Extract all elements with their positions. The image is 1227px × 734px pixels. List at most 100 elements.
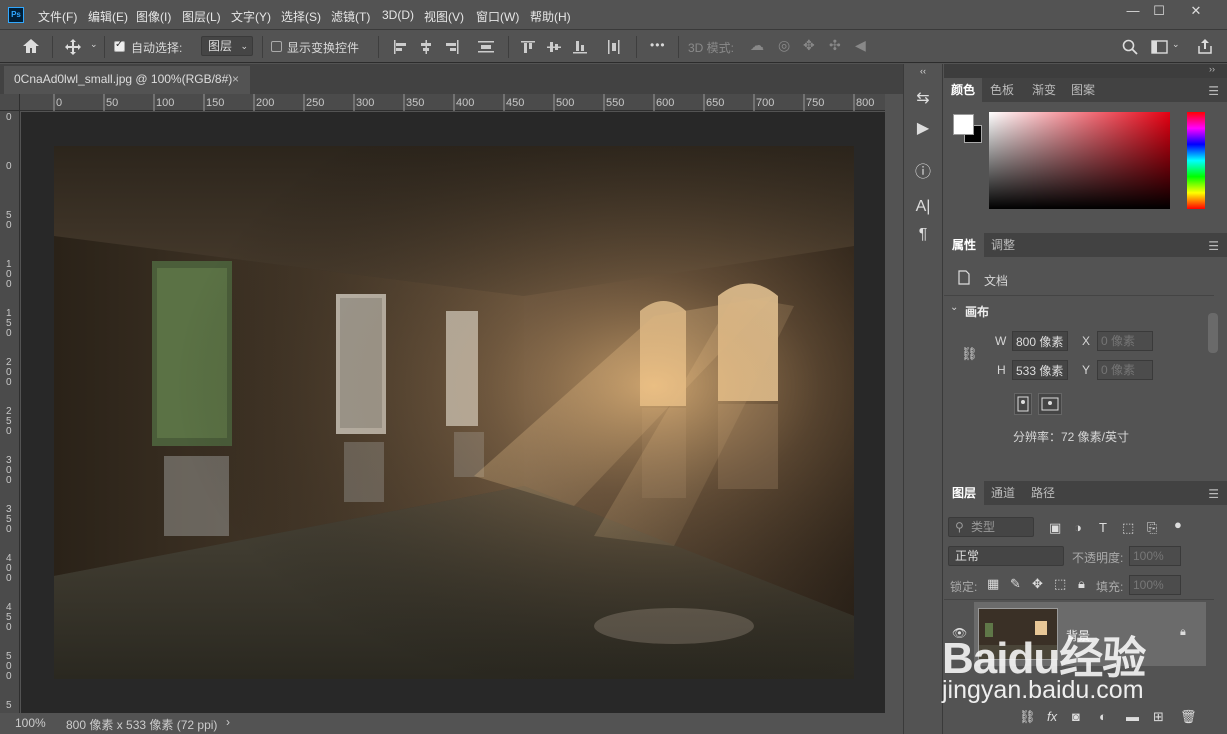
maximize-button[interactable]: ☐ — [1142, 0, 1176, 22]
tab-layers[interactable]: 图层 — [944, 481, 984, 505]
filter-adjustment-icon[interactable]: ◑ — [1074, 520, 1082, 535]
properties-scrollbar[interactable] — [1208, 313, 1218, 353]
opacity-field[interactable] — [1129, 546, 1181, 566]
adjustment-layer-icon[interactable]: ◐ — [1099, 709, 1107, 724]
menu-layer[interactable]: 图层(L) — [182, 8, 221, 25]
menu-view[interactable]: 视图(V) — [424, 8, 464, 25]
document-image[interactable] — [54, 146, 854, 679]
link-icon[interactable]: ⛓ — [961, 346, 978, 362]
filter-pixel-icon[interactable]: ▣ — [1049, 520, 1061, 536]
info-icon[interactable]: ⓘ — [904, 158, 942, 182]
menu-select[interactable]: 选择(S) — [281, 8, 321, 25]
fill-field[interactable] — [1129, 575, 1181, 595]
tab-adjustments[interactable]: 调整 — [984, 233, 1022, 257]
menu-image[interactable]: 图像(I) — [136, 8, 171, 25]
show-transform-checkbox[interactable] — [271, 41, 282, 52]
lock-transparent-icon[interactable]: ▦ — [987, 576, 999, 592]
blend-mode-dropdown[interactable]: 正常 — [948, 546, 1064, 566]
distribute-icon[interactable] — [477, 39, 495, 55]
panel-menu-icon[interactable]: ☰ — [1208, 84, 1219, 98]
menu-window[interactable]: 窗口(W) — [476, 8, 519, 25]
tab-color[interactable]: 颜色 — [944, 78, 982, 102]
align-bottom-icon[interactable] — [572, 39, 588, 55]
collapse-icon[interactable]: ‹‹ — [904, 66, 942, 76]
tab-gradients[interactable]: 渐变 — [1024, 78, 1064, 102]
delete-layer-icon[interactable]: 🗑︎ — [1180, 709, 1197, 725]
3d-camera-icon[interactable]: ◀ — [855, 37, 866, 54]
portrait-orientation-button[interactable] — [1014, 393, 1032, 415]
lock-position-icon[interactable]: ✥ — [1032, 576, 1043, 592]
chevron-down-icon[interactable]: ⌄ — [90, 39, 98, 50]
link-layers-icon[interactable]: ⛓ — [1019, 709, 1036, 725]
lock-image-icon[interactable]: ✎ — [1010, 576, 1021, 592]
layer-filter-dropdown[interactable]: ⚲ 类型 — [948, 517, 1034, 537]
panel-menu-icon[interactable]: ☰ — [1208, 239, 1219, 253]
document-tab[interactable]: 0CnaAd0lwl_small.jpg @ 100%(RGB/8#) × — [4, 66, 250, 94]
layer-name[interactable]: 背景 — [1066, 627, 1090, 644]
chevron-down-icon[interactable]: ⌄ — [950, 302, 958, 313]
tab-channels[interactable]: 通道 — [984, 481, 1022, 505]
share-icon[interactable] — [1197, 38, 1213, 55]
history-icon[interactable]: ⇆ — [904, 88, 942, 108]
landscape-orientation-button[interactable] — [1038, 393, 1062, 415]
move-tool-icon[interactable] — [64, 38, 82, 56]
menu-edit[interactable]: 编辑(E) — [88, 8, 128, 25]
hue-slider[interactable] — [1187, 112, 1205, 209]
workspace-icon[interactable] — [1151, 39, 1169, 55]
x-field[interactable] — [1097, 331, 1153, 351]
height-field[interactable] — [1012, 360, 1068, 380]
3d-roll-icon[interactable]: ◎ — [778, 37, 790, 54]
panel-menu-icon[interactable]: ☰ — [1208, 487, 1219, 501]
close-button[interactable]: ✕ — [1178, 0, 1214, 22]
fx-icon[interactable]: fx — [1047, 709, 1057, 724]
add-mask-icon[interactable]: ◙ — [1072, 709, 1080, 724]
align-left-icon[interactable] — [392, 39, 408, 55]
layer-row[interactable]: 背景 🔒︎ — [974, 602, 1206, 666]
menu-3d[interactable]: 3D(D) — [382, 8, 414, 22]
zoom-level[interactable]: 100% — [15, 716, 46, 730]
3d-slide-icon[interactable]: ✣ — [829, 37, 841, 54]
status-menu-arrow[interactable]: › — [226, 715, 230, 729]
align-top-icon[interactable] — [520, 39, 536, 55]
actions-play-icon[interactable]: ▶ — [904, 118, 942, 138]
home-icon[interactable] — [22, 38, 40, 54]
filter-shape-icon[interactable]: ⬚ — [1122, 520, 1134, 536]
layer-visibility-eye-icon[interactable]: 👁︎ — [952, 626, 967, 640]
new-layer-icon[interactable]: ⊞ — [1153, 709, 1164, 725]
menu-type[interactable]: 文字(Y) — [231, 8, 271, 25]
chevron-down-icon[interactable]: ⌄ — [1172, 39, 1180, 50]
tab-paths[interactable]: 路径 — [1024, 481, 1062, 505]
expand-panels-icon[interactable]: ›› — [1209, 64, 1215, 74]
menu-file[interactable]: 文件(F) — [38, 8, 77, 25]
close-tab-icon[interactable]: × — [232, 72, 239, 86]
menu-filter[interactable]: 滤镜(T) — [331, 8, 370, 25]
auto-select-checkbox[interactable] — [114, 39, 125, 52]
filter-type-icon[interactable]: T — [1099, 520, 1107, 535]
3d-pan-icon[interactable]: ✥ — [803, 37, 815, 54]
ruler-tick-label: 50 — [106, 97, 118, 109]
3d-orbit-icon[interactable]: ☁ — [750, 37, 764, 54]
align-center-icon[interactable] — [418, 39, 434, 55]
auto-select-target-dropdown[interactable]: 图层 ⌄ — [201, 36, 253, 56]
search-icon[interactable] — [1122, 39, 1138, 55]
menu-help[interactable]: 帮助(H) — [530, 8, 571, 25]
tab-properties[interactable]: 属性 — [944, 233, 984, 257]
filter-smart-object-icon[interactable]: ⎘ — [1147, 520, 1157, 536]
vertical-scrollbar[interactable] — [885, 94, 903, 713]
saturation-brightness-field[interactable] — [989, 112, 1170, 209]
align-middle-icon[interactable] — [546, 39, 562, 55]
filter-toggle-icon[interactable]: ● — [1174, 517, 1182, 532]
tab-patterns[interactable]: 图案 — [1064, 78, 1102, 102]
more-options-button[interactable]: ••• — [650, 38, 666, 52]
lock-artboard-icon[interactable]: ⬚ — [1054, 576, 1066, 592]
foreground-color-swatch[interactable] — [953, 114, 974, 135]
distribute-vertical-icon[interactable] — [606, 39, 622, 55]
width-field[interactable] — [1012, 331, 1068, 351]
tab-swatches[interactable]: 色板 — [982, 78, 1022, 102]
character-icon[interactable]: A| — [904, 198, 942, 216]
new-group-icon[interactable]: ▬ — [1126, 709, 1139, 724]
y-field[interactable] — [1097, 360, 1153, 380]
align-right-icon[interactable] — [444, 39, 460, 55]
lock-all-icon[interactable]: 🔒︎ — [1078, 576, 1085, 592]
paragraph-icon[interactable]: ¶ — [904, 226, 942, 244]
